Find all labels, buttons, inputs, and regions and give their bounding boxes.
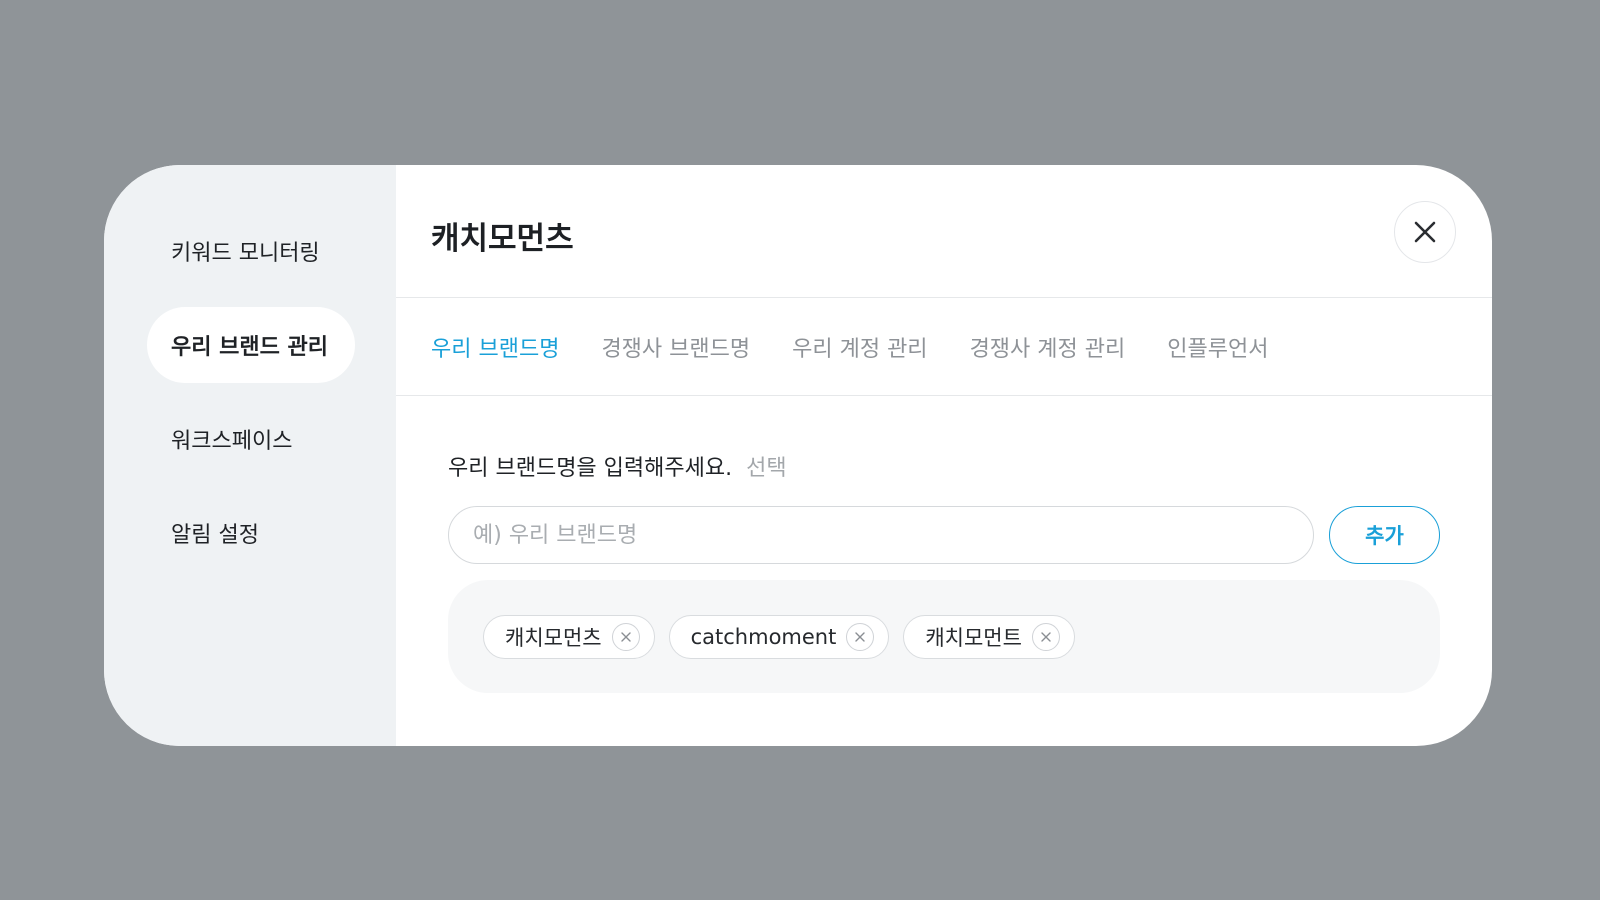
modal-header: 캐치모먼츠 [396,165,1492,298]
field-label-row: 우리 브랜드명을 입력해주세요. 선택 [448,450,1440,482]
tab-our-brand-name[interactable]: 우리 브랜드명 [431,331,559,363]
sidebar: 키워드 모니터링 우리 브랜드 관리 워크스페이스 알림 설정 [104,165,396,746]
remove-tag-button[interactable] [1031,622,1060,651]
close-icon [855,631,866,642]
brand-settings-modal: 키워드 모니터링 우리 브랜드 관리 워크스페이스 알림 설정 캐치모먼츠 우리… [104,165,1492,746]
close-icon [1414,221,1436,243]
sidebar-item-label: 알림 설정 [171,523,259,548]
tag-label: 캐치모먼츠 [505,625,602,650]
add-button[interactable]: 추가 [1329,506,1440,564]
sidebar-item-label: 우리 브랜드 관리 [171,335,328,360]
tag-label: 캐치모먼트 [925,625,1022,650]
page-title: 캐치모먼츠 [431,221,574,257]
sidebar-item-keyword-monitoring[interactable]: 키워드 모니터링 [147,213,355,289]
remove-tag-button[interactable] [846,622,875,651]
tab-influencer[interactable]: 인플루언서 [1167,331,1268,363]
tab-our-account-management[interactable]: 우리 계정 관리 [792,331,927,363]
sidebar-item-label: 워크스페이스 [171,429,293,454]
sidebar-item-label: 키워드 모니터링 [171,241,320,266]
tab-bar: 우리 브랜드명 경쟁사 브랜드명 우리 계정 관리 경쟁사 계정 관리 인플루언… [396,298,1492,396]
optional-badge: 선택 [746,456,787,481]
tag-list: 캐치모먼츠 catchmoment 캐치모먼트 [448,580,1440,693]
close-icon [620,631,631,642]
brand-name-input[interactable] [448,506,1314,564]
sidebar-item-notification-settings[interactable]: 알림 설정 [147,495,355,571]
remove-tag-button[interactable] [611,622,640,651]
tag-chip: 캐치모먼트 [903,614,1075,659]
close-icon [1041,631,1051,642]
tag-label: catchmoment [690,624,837,649]
tag-chip: catchmoment [668,614,890,659]
tag-chip: 캐치모먼츠 [483,614,655,659]
tab-competitor-brand-name[interactable]: 경쟁사 브랜드명 [601,331,750,363]
main-panel: 캐치모먼츠 우리 브랜드명 경쟁사 브랜드명 우리 계정 관리 경쟁사 계정 관… [396,165,1492,746]
close-button[interactable] [1394,201,1456,263]
tab-competitor-account-management[interactable]: 경쟁사 계정 관리 [970,331,1126,363]
sidebar-item-brand-management[interactable]: 우리 브랜드 관리 [147,307,355,383]
tab-content: 우리 브랜드명을 입력해주세요. 선택 추가 캐치모먼츠 catchm [396,396,1492,693]
field-label: 우리 브랜드명을 입력해주세요. [448,456,733,481]
sidebar-item-workspace[interactable]: 워크스페이스 [147,401,355,477]
input-row: 추가 [448,506,1440,564]
